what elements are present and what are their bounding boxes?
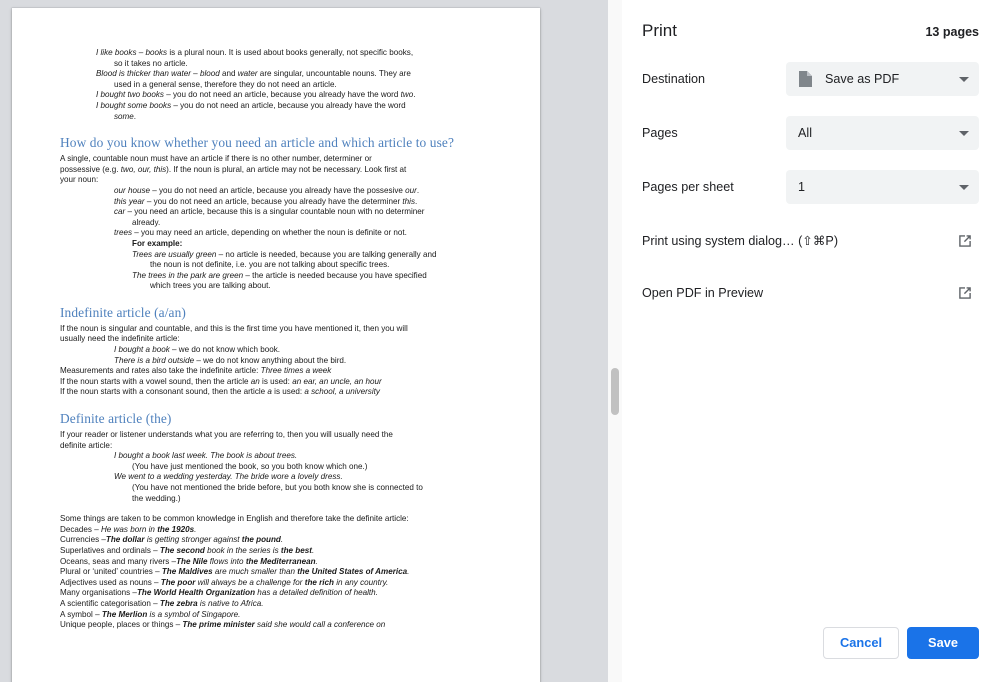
pages-value: All (798, 126, 812, 140)
document-line: Plural or ‘united’ countries – The Maldi… (60, 567, 410, 577)
document-line: A symbol – The Merlion is a symbol of Si… (60, 609, 241, 619)
document-heading: How do you know whether you need an arti… (60, 135, 454, 151)
document-line: There is a bird outside – we do not know… (114, 355, 347, 365)
chevron-down-icon (959, 76, 969, 82)
document-line: possessive (e.g. two, our, this). If the… (60, 164, 407, 174)
open-in-new-icon (957, 285, 973, 301)
preview-scrollbar[interactable] (608, 0, 622, 682)
document-line: If your reader or listener understands w… (60, 430, 393, 440)
pdf-file-icon (798, 70, 813, 88)
document-line: (You have not mentioned the bride before… (132, 483, 423, 492)
document-line: Oceans, seas and many rivers –The Nile f… (60, 556, 318, 566)
document-line: I bought a book – we do not know which b… (114, 345, 281, 355)
setting-row-pages-per-sheet: Pages per sheet 1 (642, 170, 979, 204)
page-title: Print (642, 21, 677, 40)
document-line: this year – you do not need an article, … (114, 196, 418, 206)
document-line: A scientific categorisation – The zebra … (60, 598, 264, 608)
document-line: Currencies –The dollar is getting strong… (60, 535, 284, 545)
document-line: Trees are usually green – no article is … (132, 249, 437, 259)
preview-scrollbar-thumb[interactable] (611, 368, 619, 415)
document-line: Decades – He was born in the 1920s. (60, 524, 197, 534)
document-line: Superlatives and ordinals – The second b… (60, 545, 315, 555)
document-line: trees – you may need an article, dependi… (114, 228, 407, 238)
document-line: If the noun is singular and countable, a… (60, 323, 408, 333)
document-line: I like books – books is a plural noun. I… (96, 48, 414, 57)
document-line: We went to a wedding yesterday. The brid… (114, 472, 343, 482)
cancel-button[interactable]: Cancel (823, 627, 899, 659)
document-line: (You have just mentioned the book, so yo… (132, 461, 368, 471)
print-using-system-dialog-link[interactable]: Print using system dialog… (⇧⌘P) (642, 226, 979, 256)
document-heading: Indefinite article (a/an) (60, 304, 186, 320)
document-line: already. (132, 217, 161, 227)
destination-value: Save as PDF (825, 72, 900, 86)
document-text: I like books – books is a plural noun. I… (60, 48, 500, 631)
document-line: Many organisations –The World Health Org… (60, 588, 378, 598)
document-line: some. (114, 111, 137, 121)
document-line: usually need the indefinite article: (60, 334, 180, 344)
document-line: your noun: (60, 175, 99, 185)
print-preview-pane: I like books – books is a plural noun. I… (0, 0, 626, 682)
document-line: I bought a book last week. The book is a… (114, 451, 298, 461)
document-line: the noun is not definite, i.e. you are n… (150, 260, 390, 270)
document-line: For example: (132, 238, 183, 248)
document-line: If the noun starts with a vowel sound, t… (60, 376, 382, 386)
preview-scroll-area[interactable]: I like books – books is a plural noun. I… (0, 0, 608, 682)
pages-per-sheet-label: Pages per sheet (642, 180, 734, 194)
print-settings-header: Print 13 pages (626, 0, 997, 42)
open-in-new-icon (957, 233, 973, 249)
save-button[interactable]: Save (907, 627, 979, 659)
document-content: I like books – books is a plural noun. I… (12, 8, 540, 631)
preview-page-sheet: I like books – books is a plural noun. I… (12, 8, 540, 682)
document-line: Some things are taken to be common knowl… (60, 514, 409, 524)
document-line: which trees you are talking about. (150, 281, 271, 291)
open-pdf-in-preview-link[interactable]: Open PDF in Preview (642, 278, 979, 308)
document-line: Adjectives used as nouns – The poor will… (60, 577, 389, 587)
pages-per-sheet-select[interactable]: 1 (786, 170, 979, 204)
document-heading: Definite article (the) (60, 411, 172, 427)
destination-select[interactable]: Save as PDF (786, 62, 979, 96)
document-line: The trees in the park are green – the ar… (132, 270, 427, 280)
print-settings-pane: Print 13 pages Destination Save as PDF P… (626, 0, 997, 682)
setting-row-pages: Pages All (642, 116, 979, 150)
document-line: so it takes no article. (114, 58, 188, 68)
page-count-label: 13 pages (925, 25, 979, 39)
destination-label: Destination (642, 72, 706, 86)
document-line: used in a general sense, therefore they … (114, 79, 337, 89)
document-line: definite article: (60, 440, 113, 450)
chevron-down-icon (959, 130, 969, 136)
document-line: our house – you do not need an article, … (114, 185, 420, 195)
document-line: If the noun starts with a consonant soun… (60, 387, 380, 397)
document-line: I bought two books – you do not need an … (96, 90, 416, 100)
document-line: Unique people, places or things – The pr… (60, 620, 386, 630)
print-settings-body: Destination Save as PDF Pages All Pages … (626, 42, 997, 308)
document-line: I bought some books – you do not need an… (96, 100, 406, 110)
document-line: the wedding.) (132, 493, 181, 503)
pages-label: Pages (642, 126, 678, 140)
print-preview-window: I like books – books is a plural noun. I… (0, 0, 997, 682)
print-settings-footer: Cancel Save (626, 620, 997, 682)
document-line: Blood is thicker than water – blood and … (96, 69, 411, 79)
print-using-system-dialog-label: Print using system dialog… (⇧⌘P) (642, 234, 839, 248)
setting-row-destination: Destination Save as PDF (642, 62, 979, 96)
document-line: A single, countable noun must have an ar… (60, 154, 372, 164)
pages-select[interactable]: All (786, 116, 979, 150)
open-pdf-in-preview-label: Open PDF in Preview (642, 286, 764, 300)
pages-per-sheet-value: 1 (798, 180, 806, 194)
document-line: Measurements and rates also take the ind… (60, 366, 332, 376)
chevron-down-icon (959, 184, 969, 190)
document-line: car – you need an article, because this … (114, 207, 425, 217)
